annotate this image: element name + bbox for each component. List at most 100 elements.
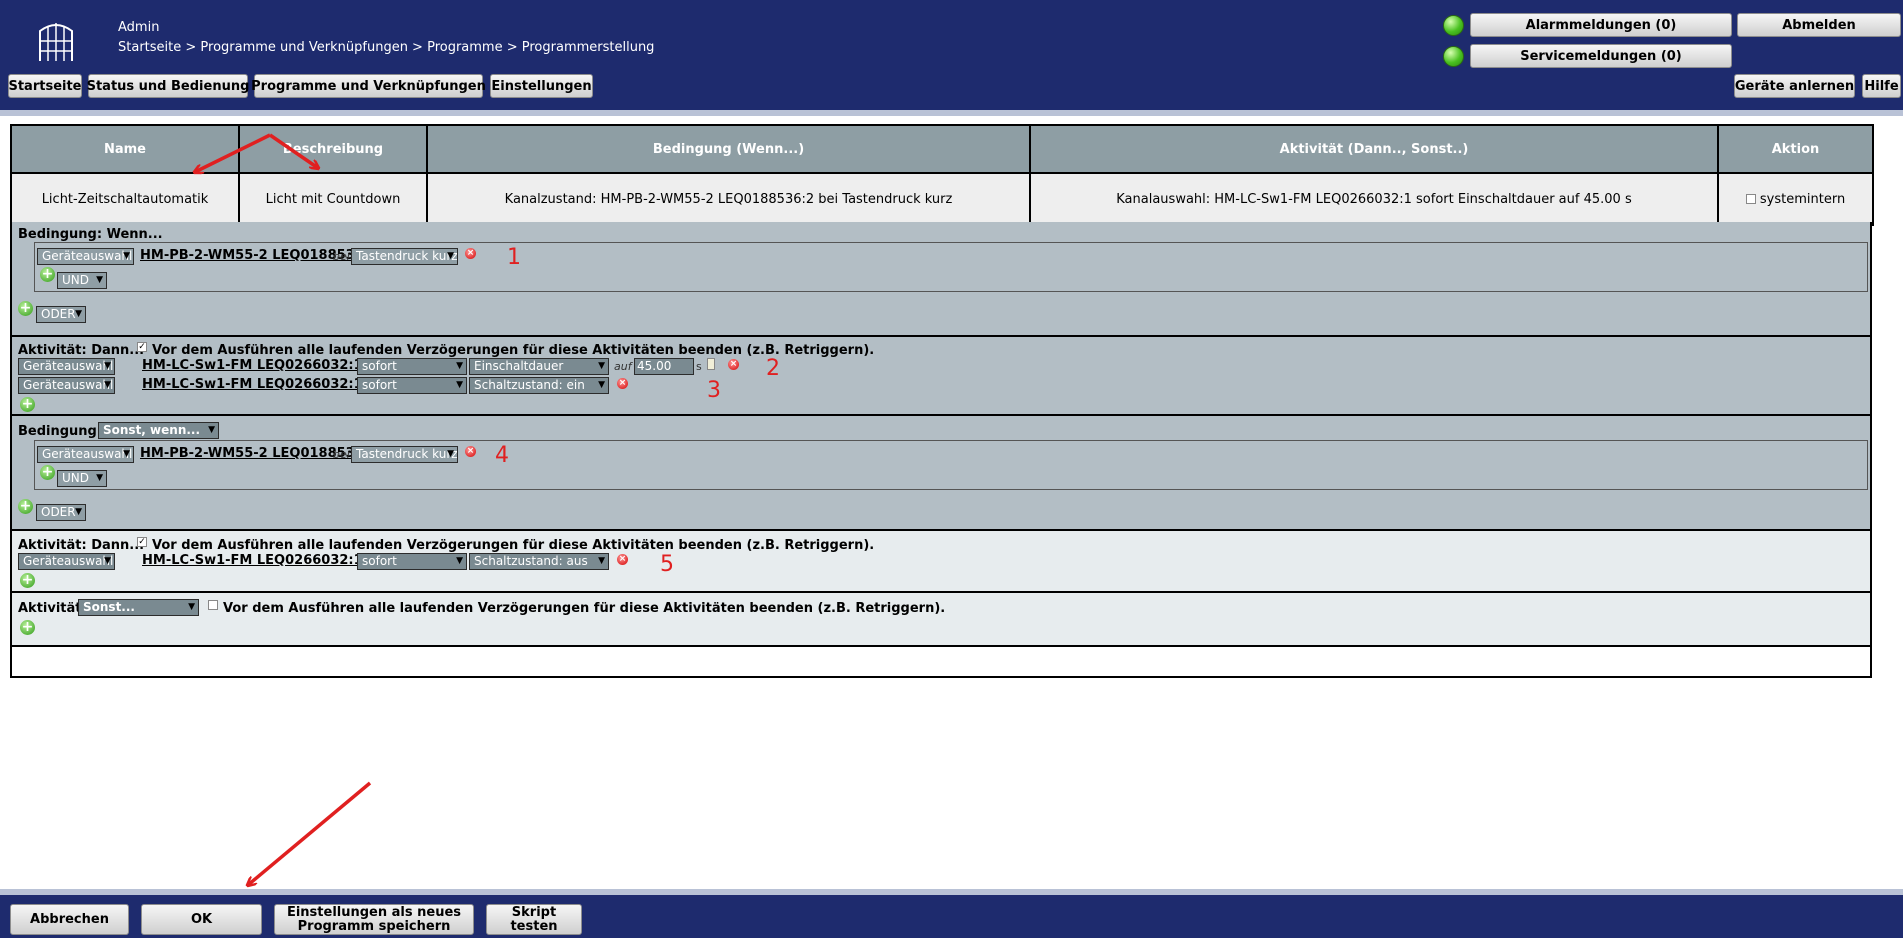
breadcrumb[interactable]: Startseite > Programme und Verknüpfungen… — [118, 40, 654, 55]
delete-icon[interactable]: × — [465, 248, 476, 259]
action-dropdown[interactable]: Einschaltdauer ▼ — [469, 358, 609, 375]
cancel-button[interactable]: Abbrechen — [10, 904, 129, 935]
condition-mode-dropdown[interactable]: Sonst, wenn... ▼ — [98, 422, 219, 439]
nav-status-button[interactable]: Status und Bedienung — [87, 74, 249, 98]
program-name-cell[interactable]: Licht-Zeitschaltautomatik — [10, 172, 240, 226]
table-row: Licht-Zeitschaltautomatik Licht mit Coun… — [10, 172, 1874, 226]
col-header-condition: Bedingung (Wenn...) — [426, 124, 1031, 174]
annotation-number: 4 — [495, 443, 509, 468]
user-name: Admin — [118, 20, 160, 35]
und-dropdown[interactable]: UND ▼ — [57, 470, 107, 487]
annotation-number: 1 — [507, 245, 521, 270]
chevron-down-icon: ▼ — [104, 380, 111, 390]
oder-dropdown[interactable]: ODER ▼ — [36, 306, 86, 323]
nav-programme-button[interactable]: Programme und Verknüpfungen — [251, 74, 486, 98]
help-button[interactable]: Hilfe — [1862, 74, 1901, 98]
chevron-down-icon: ▼ — [75, 507, 82, 517]
program-activity-cell: Kanalauswahl: HM-LC-Sw1-FM LEQ0266032:1 … — [1029, 172, 1719, 226]
trigger-dropdown[interactable]: Tastendruck kurz ▼ — [351, 248, 458, 265]
chevron-down-icon: ▼ — [447, 449, 454, 459]
add-condition-icon[interactable]: + — [40, 267, 55, 282]
program-editor: Bedingung: Wenn... Geräteauswahl ▼ HM-PB-… — [10, 222, 1872, 678]
service-messages-button[interactable]: Servicemeldungen (0) — [1470, 44, 1732, 68]
device-select-dropdown[interactable]: Geräteauswahl ▼ — [18, 358, 115, 375]
chevron-down-icon: ▼ — [104, 361, 111, 371]
col-header-activity: Aktivität (Dann.., Sonst..) — [1029, 124, 1719, 174]
chevron-down-icon: ▼ — [598, 380, 605, 390]
device-link[interactable]: HM-LC-Sw1-FM LEQ0266032:1 — [142, 358, 363, 373]
device-select-dropdown[interactable]: Geräteauswahl ▼ — [18, 553, 115, 570]
add-condition-icon[interactable]: + — [40, 465, 55, 480]
oder-dropdown[interactable]: ODER ▼ — [36, 504, 86, 521]
delete-icon[interactable]: × — [465, 446, 476, 457]
timing-dropdown[interactable]: sofort ▼ — [357, 377, 467, 394]
chevron-down-icon: ▼ — [598, 361, 605, 371]
chevron-down-icon: ▼ — [96, 473, 103, 483]
add-activity-icon[interactable]: + — [20, 397, 35, 412]
add-activity-icon[interactable]: + — [20, 620, 35, 635]
action-dropdown[interactable]: Schaltzustand: ein ▼ — [469, 377, 609, 394]
teach-devices-button[interactable]: Geräte anlernen — [1734, 74, 1855, 98]
timing-dropdown[interactable]: sofort ▼ — [357, 553, 467, 570]
retrigger-label: Vor dem Ausführen alle laufenden Verzöge… — [152, 538, 875, 553]
trigger-dropdown[interactable]: Tastendruck kurz ▼ — [351, 446, 458, 463]
timing-dropdown[interactable]: sofort ▼ — [357, 358, 467, 375]
annotation-number: 5 — [660, 552, 674, 577]
chevron-down-icon: ▼ — [188, 602, 195, 612]
add-activity-icon[interactable]: + — [20, 573, 35, 588]
condition-if-title: Bedingung: Wenn... — [18, 227, 163, 242]
footer-bar: Abbrechen OK Einstellungen als neues Pro… — [0, 889, 1903, 938]
device-select-dropdown[interactable]: Geräteauswahl ▼ — [37, 446, 134, 463]
add-or-icon[interactable]: + — [18, 301, 33, 316]
activity-then-title: Aktivität: Dann... — [18, 343, 145, 358]
activity-mode-dropdown[interactable]: Sonst... ▼ — [78, 599, 199, 616]
device-select-dropdown[interactable]: Geräteauswahl ▼ — [37, 248, 134, 265]
chevron-down-icon: ▼ — [456, 380, 463, 390]
retrigger-checkbox[interactable] — [208, 600, 218, 610]
action-dropdown[interactable]: Schaltzustand: aus ▼ — [469, 553, 609, 570]
note-icon[interactable] — [707, 358, 715, 370]
chevron-down-icon: ▼ — [75, 309, 82, 319]
systemintern-checkbox[interactable] — [1745, 194, 1756, 204]
duration-input[interactable]: 45.00 — [634, 358, 694, 375]
device-link[interactable]: HM-LC-Sw1-FM LEQ0266032:1 — [142, 553, 363, 568]
ok-button[interactable]: OK — [141, 904, 262, 935]
col-header-name: Name — [10, 124, 240, 174]
auf-label: auf — [614, 360, 632, 373]
condition-group: Geräteauswahl ▼ HM-PB-2-WM55-2 LEQ0188536… — [34, 440, 1868, 490]
save-as-new-line1: Einstellungen als neues — [286, 904, 462, 920]
retrigger-label: Vor dem Ausführen alle laufenden Verzöge… — [223, 601, 946, 616]
chevron-down-icon: ▼ — [447, 251, 454, 261]
nav-startseite-button[interactable]: Startseite — [8, 74, 82, 98]
annotation-number: 3 — [707, 378, 721, 403]
chevron-down-icon: ▼ — [208, 425, 215, 435]
annotation-number: 2 — [766, 356, 780, 381]
chevron-down-icon: ▼ — [96, 275, 103, 285]
logout-button[interactable]: Abmelden — [1737, 13, 1901, 37]
test-script-button[interactable]: Skript testen — [486, 904, 582, 935]
add-or-icon[interactable]: + — [18, 499, 33, 514]
nav-einstellungen-button[interactable]: Einstellungen — [490, 74, 593, 98]
chevron-down-icon: ▼ — [104, 556, 111, 566]
activity-then-section: Aktivität: Dann... ✓ Vor dem Ausführen a… — [12, 337, 1870, 416]
save-as-new-line2: Programm speichern — [297, 918, 451, 934]
col-header-action: Aktion — [1717, 124, 1874, 174]
delete-icon[interactable]: × — [728, 359, 739, 370]
chevron-down-icon: ▼ — [123, 251, 130, 261]
alarm-messages-button[interactable]: Alarmmeldungen (0) — [1470, 13, 1732, 37]
device-link[interactable]: HM-LC-Sw1-FM LEQ0266032:1 — [142, 377, 363, 392]
device-select-dropdown[interactable]: Geräteauswahl ▼ — [18, 377, 115, 394]
retrigger-checkbox[interactable]: ✓ — [137, 342, 147, 352]
program-action-cell: systemintern — [1717, 172, 1874, 226]
activity-then-section-2: Aktivität: Dann... ✓ Vor dem Ausführen a… — [12, 531, 1870, 593]
save-as-new-program-button[interactable]: Einstellungen als neues Programm speiche… — [274, 904, 474, 935]
und-dropdown[interactable]: UND ▼ — [57, 272, 107, 289]
chevron-down-icon: ▼ — [123, 449, 130, 459]
program-table: Name Beschreibung Bedingung (Wenn...) Ak… — [10, 124, 1874, 226]
delete-icon[interactable]: × — [617, 378, 628, 389]
delete-icon[interactable]: × — [617, 554, 628, 565]
table-header-row: Name Beschreibung Bedingung (Wenn...) Ak… — [10, 124, 1874, 174]
bei-label: bei — [333, 448, 350, 461]
retrigger-checkbox[interactable]: ✓ — [137, 537, 147, 547]
program-description-cell[interactable]: Licht mit Countdown — [238, 172, 428, 226]
